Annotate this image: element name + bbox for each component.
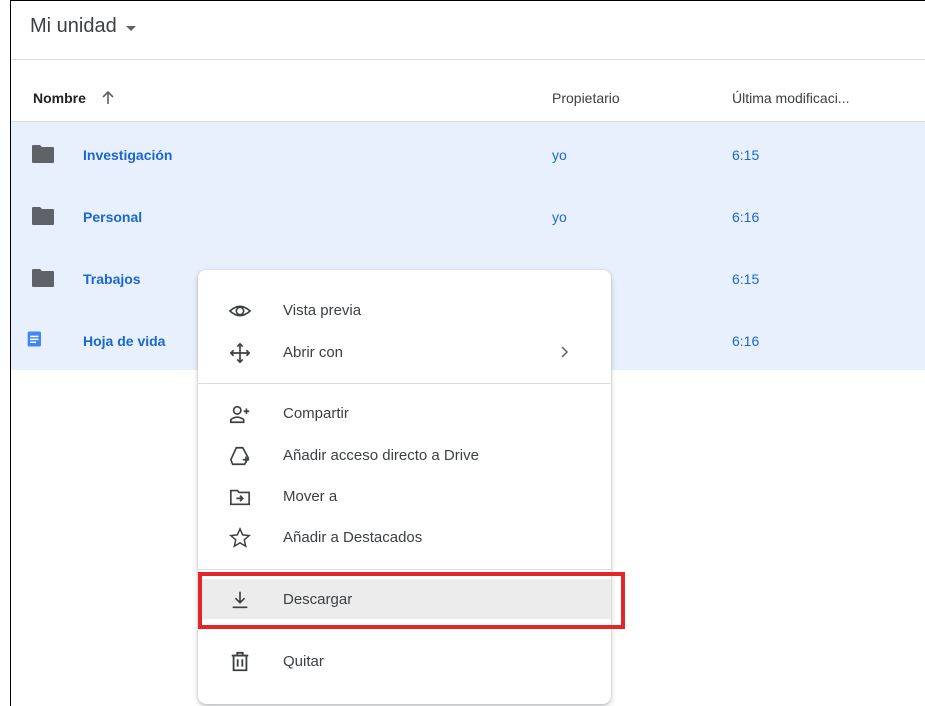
file-row[interactable]: Personal yo 6:16	[11, 184, 925, 246]
menu-item-download[interactable]: Descargar	[198, 579, 611, 619]
file-owner: yo	[552, 147, 567, 163]
google-doc-icon	[27, 331, 41, 347]
menu-item-label: Vista previa	[283, 302, 362, 319]
menu-item-add-starred[interactable]: Añadir a Destacados	[198, 518, 611, 556]
location-dropdown[interactable]: Mi unidad	[30, 15, 136, 38]
menu-divider	[198, 569, 611, 570]
context-menu: Vista previa Abrir con Compartir Añadir …	[198, 270, 611, 704]
file-modified: 6:16	[732, 333, 760, 349]
column-header-modified[interactable]: Última modificaci...	[732, 90, 849, 106]
move-arrows-icon	[229, 342, 251, 364]
file-modified: 6:15	[732, 271, 760, 287]
file-name[interactable]: Hoja de vida	[83, 333, 165, 349]
page-title: Mi unidad	[30, 15, 117, 37]
file-name[interactable]: Trabajos	[83, 271, 141, 287]
download-icon	[232, 591, 248, 609]
menu-item-add-shortcut[interactable]: Añadir acceso directo a Drive	[198, 436, 611, 474]
file-name[interactable]: Personal	[83, 209, 142, 225]
menu-divider	[198, 627, 611, 628]
menu-item-label: Añadir a Destacados	[283, 529, 423, 546]
file-name[interactable]: Investigación	[83, 147, 172, 163]
file-owner: yo	[552, 209, 567, 225]
menu-item-share[interactable]: Compartir	[198, 394, 611, 432]
column-header-name-label: Nombre	[33, 90, 86, 106]
table-header: Nombre Propietario Última modificaci...	[11, 60, 925, 122]
folder-icon	[32, 269, 54, 287]
chevron-right-icon	[561, 346, 569, 358]
menu-item-label: Compartir	[283, 405, 349, 422]
column-header-name[interactable]: Nombre	[33, 90, 116, 106]
move-folder-icon	[230, 489, 250, 506]
menu-divider	[198, 383, 611, 384]
menu-item-label: Quitar	[283, 653, 324, 670]
star-icon	[229, 527, 251, 548]
folder-icon	[32, 145, 54, 163]
trash-icon	[231, 651, 249, 672]
file-modified: 6:15	[732, 147, 760, 163]
menu-item-label: Abrir con	[283, 344, 344, 361]
column-header-owner[interactable]: Propietario	[552, 90, 620, 106]
drive-shortcut-icon	[229, 446, 250, 466]
menu-item-label: Añadir acceso directo a Drive	[283, 447, 479, 464]
file-row[interactable]: Investigación yo 6:15	[11, 122, 925, 184]
caret-down-icon	[125, 25, 136, 31]
menu-item-label: Descargar	[283, 591, 353, 608]
menu-item-remove[interactable]: Quitar	[198, 642, 611, 680]
menu-item-preview[interactable]: Vista previa	[198, 291, 611, 329]
folder-icon	[32, 207, 54, 225]
file-modified: 6:16	[732, 209, 760, 225]
sort-arrow-up-icon[interactable]	[100, 90, 116, 106]
menu-item-move-to[interactable]: Mover a	[198, 477, 611, 515]
menu-item-open-with[interactable]: Abrir con	[198, 333, 611, 371]
eye-icon	[229, 305, 251, 317]
menu-item-label: Mover a	[283, 488, 338, 505]
add-person-icon	[230, 405, 250, 424]
